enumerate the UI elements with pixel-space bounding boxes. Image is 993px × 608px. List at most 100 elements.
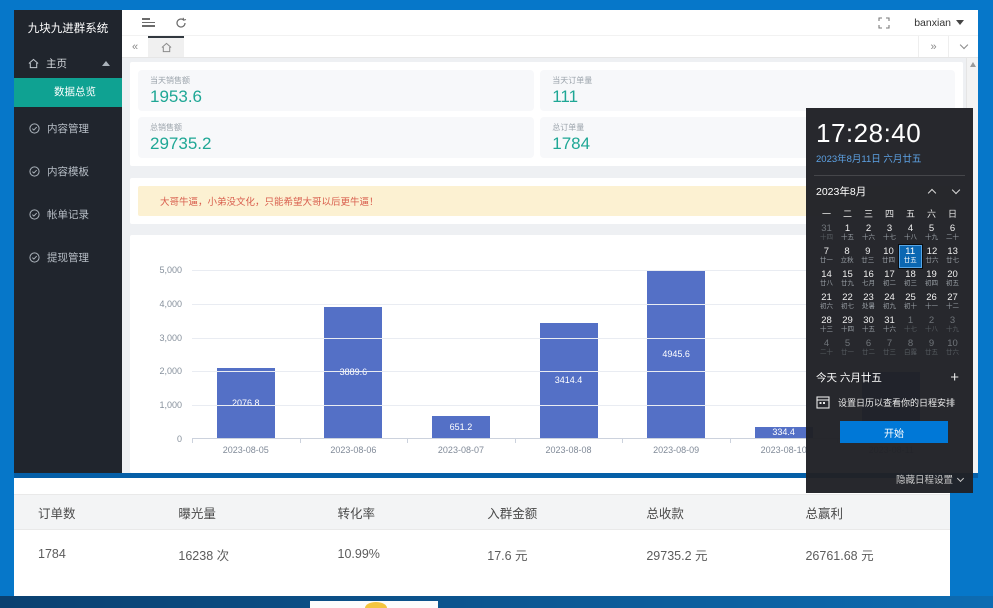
day-lunar: 廿五: [921, 349, 942, 357]
calendar-day-31[interactable]: 31十四: [816, 222, 837, 245]
calendar-icon: [816, 395, 830, 409]
calendar-day-22[interactable]: 22初七: [837, 291, 858, 314]
stat-label: 当天销售额: [150, 75, 522, 86]
calendar-day-19[interactable]: 19初四: [921, 268, 942, 291]
calendar-day-28[interactable]: 28十三: [816, 314, 837, 337]
bar-slot: 2076.8: [192, 368, 300, 438]
sidebar-item-3[interactable]: 提现管理: [14, 236, 122, 279]
calendar-day-4[interactable]: 4十八: [900, 222, 921, 245]
calendar-day-4[interactable]: 4二十: [816, 337, 837, 360]
calendar-day-1[interactable]: 1十五: [837, 222, 858, 245]
calendar-day-5[interactable]: 5廿一: [837, 337, 858, 360]
calendar-month-label[interactable]: 2023年8月: [816, 184, 866, 199]
tabs-menu-button[interactable]: [948, 36, 978, 57]
calendar-day-31[interactable]: 31十六: [879, 314, 900, 337]
x-tick: [192, 439, 193, 443]
calendar-day-7[interactable]: 7廿一: [816, 245, 837, 268]
sidebar-item-home[interactable]: 主页: [14, 48, 122, 78]
x-tick: [407, 439, 408, 443]
calendar-day-14[interactable]: 14廿八: [816, 268, 837, 291]
tab-home[interactable]: [148, 36, 184, 57]
calendar-day-5[interactable]: 5十九: [921, 222, 942, 245]
calendar-day-3[interactable]: 3十七: [879, 222, 900, 245]
calendar-day-20[interactable]: 20初五: [942, 268, 963, 291]
calendar-day-12[interactable]: 12廿六: [922, 245, 943, 268]
calendar-day-10[interactable]: 10廿四: [878, 245, 899, 268]
calendar-day-11-selected[interactable]: 11廿五: [899, 245, 922, 268]
calendar-day-3[interactable]: 3十九: [942, 314, 963, 337]
calendar-day-2[interactable]: 2十八: [921, 314, 942, 337]
day-number: 3: [942, 315, 963, 326]
day-number: 14: [816, 269, 837, 280]
stat-value: 111: [552, 87, 943, 107]
sidebar-item-label: 内容管理: [47, 121, 89, 136]
day-lunar: 七月: [858, 280, 879, 288]
weekday-label: 二: [837, 207, 858, 220]
calendar-day-25[interactable]: 25初十: [900, 291, 921, 314]
calendar-day-17[interactable]: 17初二: [879, 268, 900, 291]
calendar-day-21[interactable]: 21初六: [816, 291, 837, 314]
sidebar-item-label: 提现管理: [47, 250, 89, 265]
sidebar-item-data-overview[interactable]: 数据总览: [14, 78, 122, 107]
tabs-scroll-right-button[interactable]: »: [918, 36, 948, 57]
calendar-day-27[interactable]: 27十二: [942, 291, 963, 314]
day-lunar: 初四: [921, 280, 942, 288]
calendar-day-6[interactable]: 6二十: [942, 222, 963, 245]
day-lunar: 二十: [942, 234, 963, 242]
calendar-next-button[interactable]: [952, 186, 960, 194]
calendar-day-9[interactable]: 9廿三: [857, 245, 878, 268]
fullscreen-button[interactable]: [878, 17, 890, 29]
refresh-button[interactable]: [175, 17, 187, 29]
calendar-day-26[interactable]: 26十一: [921, 291, 942, 314]
calendar-day-16[interactable]: 16七月: [858, 268, 879, 291]
add-event-button[interactable]: +: [950, 369, 963, 386]
calendar-day-6[interactable]: 6廿二: [858, 337, 879, 360]
calendar-day-8[interactable]: 8白露: [900, 337, 921, 360]
calendar-day-15[interactable]: 15廿九: [837, 268, 858, 291]
table-value-0: 1784: [14, 530, 154, 578]
stat-card-2: 总销售额29735.2: [138, 117, 534, 158]
day-number: 2: [921, 315, 942, 326]
background-window-logo: [365, 602, 387, 608]
start-button[interactable]: 开始: [840, 421, 948, 443]
calendar-day-29[interactable]: 29十四: [837, 314, 858, 337]
day-number: 28: [816, 315, 837, 326]
user-menu[interactable]: banxian: [914, 17, 964, 29]
y-tick-label: 2,000: [130, 366, 182, 376]
x-tick-label: 2023-08-08: [515, 445, 623, 455]
calendar-day-10[interactable]: 10廿六: [942, 337, 963, 360]
calendar-day-23[interactable]: 23处暑: [858, 291, 879, 314]
calendar-week-row: 28十三29十四30十五31十六1十七2十八3十九: [816, 314, 963, 337]
clock-time: 17:28:40: [816, 118, 963, 148]
sidebar-item-2[interactable]: 帐单记录: [14, 193, 122, 236]
calendar-day-9[interactable]: 9廿五: [921, 337, 942, 360]
collapse-sidebar-button[interactable]: [142, 16, 155, 29]
sidebar: 九块九进群系统 主页 数据总览 内容管理内容模板帐单记录提现管理: [14, 10, 122, 473]
day-number: 12: [922, 246, 943, 257]
day-number: 27: [942, 292, 963, 303]
sidebar-item-1[interactable]: 内容模板: [14, 150, 122, 193]
calendar-day-7[interactable]: 7廿三: [879, 337, 900, 360]
calendar-prev-button[interactable]: [928, 189, 936, 197]
fullscreen-icon: [878, 17, 890, 29]
username: banxian: [914, 17, 951, 29]
weekday-label: 四: [879, 207, 900, 220]
windows-clock-flyout: 17:28:40 2023年8月11日 六月廿五 2023年8月 一二三四五六日…: [806, 108, 973, 493]
hide-agenda-toggle[interactable]: 隐藏日程设置: [896, 472, 963, 486]
tabs-scroll-left-button[interactable]: «: [122, 36, 148, 57]
calendar-day-24[interactable]: 24初九: [879, 291, 900, 314]
bar-2023-08-09: 4945.6: [647, 271, 705, 438]
calendar-day-30[interactable]: 30十五: [858, 314, 879, 337]
calendar-day-1[interactable]: 1十七: [900, 314, 921, 337]
check-circle-icon: [29, 166, 40, 177]
day-number: 18: [900, 269, 921, 280]
sidebar-item-0[interactable]: 内容管理: [14, 107, 122, 150]
calendar-day-18[interactable]: 18初三: [900, 268, 921, 291]
day-number: 8: [837, 246, 858, 257]
y-tick-label: 5,000: [130, 265, 182, 275]
calendar-day-8[interactable]: 8立秋: [837, 245, 858, 268]
clock-date[interactable]: 2023年8月11日 六月廿五: [816, 151, 963, 165]
bar-2023-08-07: 651.2: [432, 416, 490, 438]
calendar-day-2[interactable]: 2十六: [858, 222, 879, 245]
calendar-day-13[interactable]: 13廿七: [942, 245, 963, 268]
